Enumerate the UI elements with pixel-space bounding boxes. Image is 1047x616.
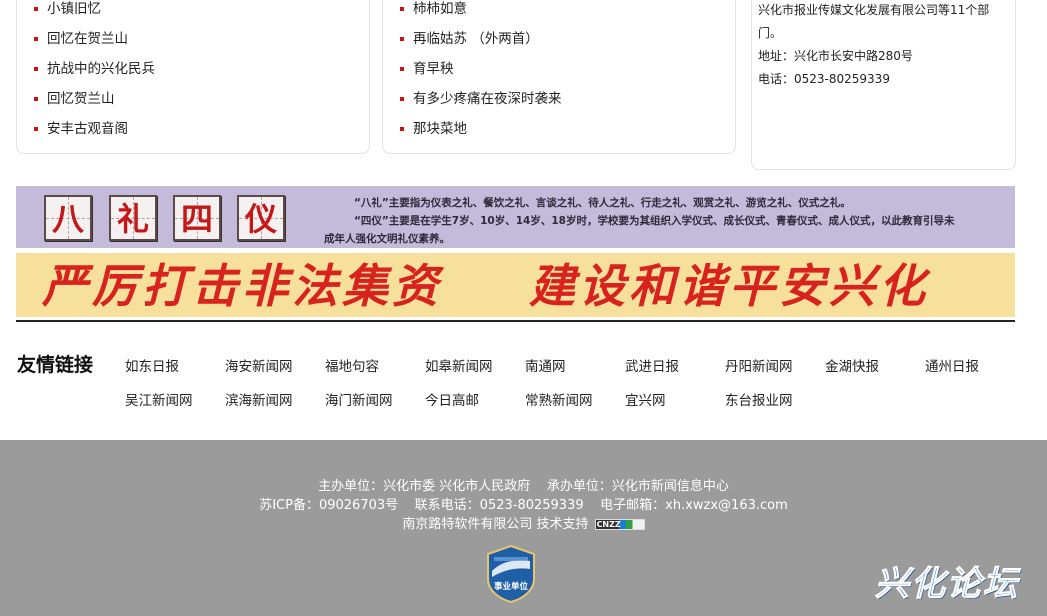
news-link[interactable]: 抗战中的兴化民兵	[47, 61, 155, 77]
friend-link[interactable]: 丹阳新闻网	[725, 356, 793, 378]
news-link[interactable]: 再临姑苏 （外两首）	[413, 31, 539, 47]
news-link[interactable]: 回忆在贺兰山	[47, 31, 128, 47]
contact-panel: 兴化市报业传媒文化发展有限公司等11个部 门。 地址：兴化市长安中路280号 电…	[751, 0, 1016, 170]
news-link[interactable]: 小镇旧忆	[47, 1, 101, 17]
footer-support-text: 南京路特软件有限公司 技术支持	[402, 517, 589, 532]
list-item[interactable]: 育早秧	[399, 54, 562, 84]
cnzz-stats-icon[interactable]: CNZZ	[594, 519, 645, 530]
forum-logo-text: 兴化论坛	[875, 564, 1019, 605]
news-link[interactable]: 育早秧	[413, 61, 454, 77]
footer-info: 主办单位：兴化市委 兴化市人民政府 承办单位：兴化市新闻信息中心 苏ICP备：0…	[0, 477, 1047, 534]
footer-icp-line: 苏ICP备：09026703号 联系电话：0523-80259339 电子邮箱：…	[259, 498, 788, 513]
contact-intro-line: 门。	[758, 26, 783, 40]
banner-char: 仪	[244, 200, 277, 238]
forum-logo[interactable]: 兴化论坛	[873, 556, 1043, 606]
etiquette-banner[interactable]: 八 礼 四 仪 “八礼”主要指为仪表之礼、餐饮之礼、言谈之礼、待人之礼、行走之礼…	[16, 186, 1015, 248]
slogan-right: 建设和谐平安兴化	[529, 259, 929, 313]
slogan-banner[interactable]: 严厉打击非法集资 建设和谐平安兴化	[16, 253, 1015, 317]
footer-support-line: 南京路特软件有限公司 技术支持 CNZZ	[0, 515, 1047, 534]
cnzz-label: CNZZ	[596, 520, 621, 529]
friend-link[interactable]: 如皋新闻网	[425, 356, 493, 378]
banner-char-box: 礼	[109, 195, 157, 241]
friend-link[interactable]: 金湖快报	[825, 356, 879, 378]
contact-phone: 电话：0523-80259339	[758, 72, 890, 86]
public-institution-badge-icon[interactable]: 事业单位	[486, 544, 536, 604]
news-link[interactable]: 回忆贺兰山	[47, 91, 115, 107]
friend-link[interactable]: 宜兴网	[625, 390, 666, 412]
friend-link[interactable]: 南通网	[525, 356, 566, 378]
news-link[interactable]: 柿柿如意	[413, 1, 467, 17]
banner-description: “八礼”主要指为仪表之礼、餐饮之礼、言谈之礼、待人之礼、行走之礼、观赏之礼、游览…	[322, 194, 1012, 248]
friend-link[interactable]: 通州日报	[925, 356, 979, 378]
list-item[interactable]: 小镇旧忆	[33, 0, 155, 24]
list-item[interactable]: 安丰古观音阁	[33, 114, 155, 144]
list-item[interactable]: 再临姑苏 （外两首）	[399, 24, 562, 54]
friend-link[interactable]: 常熟新闻网	[525, 390, 593, 412]
contact-intro-line: 兴化市报业传媒文化发展有限公司等11个部	[758, 3, 990, 17]
list-item[interactable]: 柿柿如意	[399, 0, 562, 24]
banner-text-line: “四仪”主要是在学生7岁、10岁、14岁、18岁时，学校要为其组织入学仪式、成长…	[354, 215, 955, 227]
banner-text-line: 成年人强化文明礼仪素养。	[324, 233, 450, 245]
banner-char-box: 八	[44, 195, 92, 241]
friend-link[interactable]: 福地句容	[325, 356, 379, 378]
badge-label: 事业单位	[494, 581, 529, 592]
friend-link[interactable]: 武进日报	[625, 356, 679, 378]
news-link[interactable]: 有多少疼痛在夜深时袭来	[413, 91, 562, 107]
friend-link[interactable]: 东台报业网	[725, 390, 793, 412]
friend-links-title: 友情链接	[17, 354, 94, 376]
contact-info: 兴化市报业传媒文化发展有限公司等11个部 门。 地址：兴化市长安中路280号 电…	[758, 0, 1012, 91]
news-list-1: 小镇旧忆 回忆在贺兰山 抗战中的兴化民兵 回忆贺兰山 安丰古观音阁	[33, 0, 155, 144]
friend-link[interactable]: 海安新闻网	[225, 356, 293, 378]
banner-char: 四	[180, 200, 213, 238]
list-item[interactable]: 有多少疼痛在夜深时袭来	[399, 84, 562, 114]
friend-link[interactable]: 今日高邮	[425, 390, 479, 412]
banner-char-box: 仪	[237, 195, 285, 241]
list-item[interactable]: 回忆贺兰山	[33, 84, 155, 114]
friend-link[interactable]: 滨海新闻网	[225, 390, 293, 412]
slogan-left: 严厉打击非法集资	[42, 259, 442, 313]
banner-char: 礼	[116, 200, 149, 238]
news-panel-2: 柿柿如意 再临姑苏 （外两首） 育早秧 有多少疼痛在夜深时袭来 那块菜地	[382, 0, 736, 154]
list-item[interactable]: 回忆在贺兰山	[33, 24, 155, 54]
contact-address: 地址：兴化市长安中路280号	[758, 49, 913, 63]
section-divider	[16, 320, 1015, 322]
friend-link[interactable]: 海门新闻网	[325, 390, 393, 412]
list-item[interactable]: 那块菜地	[399, 114, 562, 144]
footer-sponsor-line: 主办单位：兴化市委 兴化市人民政府 承办单位：兴化市新闻信息中心	[318, 479, 729, 494]
friend-link[interactable]: 吴江新闻网	[125, 390, 193, 412]
news-link[interactable]: 安丰古观音阁	[47, 121, 128, 137]
list-item[interactable]: 抗战中的兴化民兵	[33, 54, 155, 84]
banner-text-line: “八礼”主要指为仪表之礼、餐饮之礼、言谈之礼、待人之礼、行走之礼、观赏之礼、游览…	[354, 197, 851, 209]
banner-char-box: 四	[173, 195, 221, 241]
news-panel-1: 小镇旧忆 回忆在贺兰山 抗战中的兴化民兵 回忆贺兰山 安丰古观音阁	[16, 0, 370, 154]
friend-link[interactable]: 如东日报	[125, 356, 179, 378]
banner-char: 八	[51, 200, 84, 238]
news-list-2: 柿柿如意 再临姑苏 （外两首） 育早秧 有多少疼痛在夜深时袭来 那块菜地	[399, 0, 562, 144]
news-link[interactable]: 那块菜地	[413, 121, 467, 137]
